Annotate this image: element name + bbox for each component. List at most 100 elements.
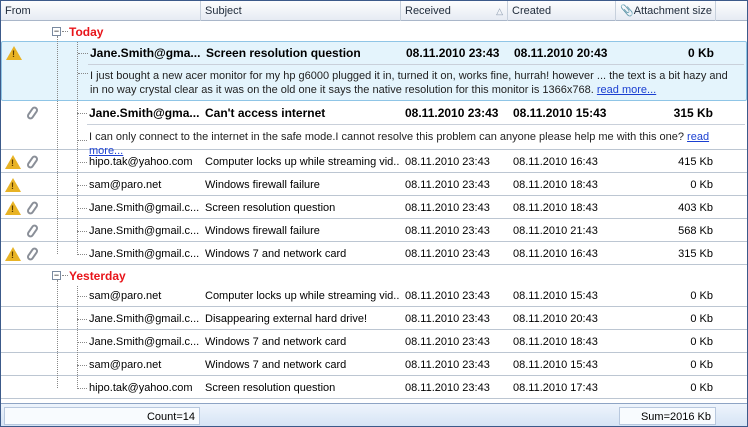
from-cell: Jane.Smith@gmail.c...	[89, 225, 199, 237]
table-row[interactable]: Jane.Smith@gmail.c... Windows 7 and netwo…	[1, 243, 747, 265]
received-cell: 08.11.2010 23:43	[405, 156, 490, 168]
attachment-size-cell: 415 Kb	[678, 156, 713, 168]
tree-line	[57, 36, 58, 254]
column-received[interactable]: Received △	[401, 1, 508, 21]
attachment-size-cell: 0 Kb	[690, 382, 713, 394]
tree-line	[77, 286, 78, 389]
paperclip-icon	[25, 223, 40, 239]
from-cell: sam@paro.net	[89, 179, 162, 191]
table-row[interactable]: hipo.tak@yahoo.com Screen resolution ques…	[1, 377, 747, 399]
group-row-today: − Today	[1, 22, 747, 41]
collapse-icon[interactable]: −	[52, 27, 61, 36]
from-cell: hipo.tak@yahoo.com	[89, 156, 193, 168]
preview-separator	[88, 64, 744, 65]
column-header: From Subject Received △ Created 📎Attachme…	[1, 1, 747, 21]
subject-cell: Windows firewall failure	[205, 179, 320, 191]
created-cell: 08.11.2010 15:43	[513, 359, 598, 371]
attachment-size-cell: 568 Kb	[678, 225, 713, 237]
received-cell: 08.11.2010 23:43	[405, 225, 490, 237]
from-cell: Jane.Smith@gmail.c...	[89, 202, 199, 214]
column-received-label: Received	[405, 5, 451, 17]
table-row[interactable]: hipo.tak@yahoo.com Computer locks up whil…	[1, 151, 747, 173]
attachment-size-cell: 0 Kb	[690, 359, 713, 371]
from-cell: Jane.Smith@gmail.c...	[89, 248, 199, 260]
column-attachment-size[interactable]: 📎Attachment size	[616, 1, 716, 21]
received-cell: 08.11.2010 23:43	[405, 336, 490, 348]
tree-line	[77, 342, 87, 343]
attachment-size-cell: 315 Kb	[678, 248, 713, 260]
received-cell: 08.11.2010 23:43	[405, 359, 490, 371]
group-row-yesterday: − Yesterday	[1, 266, 747, 285]
from-cell: Jane.Smith@gmail.c...	[89, 313, 199, 325]
received-cell: 08.11.2010 23:43	[406, 46, 500, 60]
table-row[interactable]: Jane.Smith@gmail.c... Windows firewall fa…	[1, 220, 747, 242]
attachment-size-cell: 0 Kb	[687, 46, 714, 60]
received-cell: 08.11.2010 23:43	[405, 382, 490, 394]
column-from[interactable]: From	[1, 1, 201, 21]
from-cell: sam@paro.net	[89, 290, 162, 302]
subject-cell: Windows 7 and network card	[205, 248, 347, 260]
created-cell: 08.11.2010 17:43	[513, 382, 598, 394]
warning-icon	[6, 46, 22, 60]
warning-icon	[5, 155, 21, 169]
tree-line	[78, 53, 88, 54]
subject-cell: Screen resolution question	[206, 46, 361, 60]
table-row[interactable]: Jane.Smith@gmail.c... Windows 7 and netwo…	[1, 331, 747, 353]
read-more-link[interactable]: read more...	[597, 84, 656, 96]
tree-line	[77, 254, 87, 255]
table-row[interactable]: sam@paro.net Computer locks up while stre…	[1, 285, 747, 307]
tree-line	[77, 185, 87, 186]
attachment-size-cell: 315 Kb	[673, 106, 713, 120]
subject-cell: Windows firewall failure	[205, 225, 320, 237]
from-cell: Jane.Smith@gmail.c...	[89, 336, 199, 348]
subject-cell: Screen resolution question	[205, 382, 336, 394]
created-cell: 08.11.2010 18:43	[513, 336, 598, 348]
table-row[interactable]: Jane.Smith@gmail.c... Disappearing extern…	[1, 308, 747, 330]
tree-line	[77, 231, 87, 232]
created-cell: 08.11.2010 20:43	[513, 313, 598, 325]
paperclip-icon	[25, 154, 40, 170]
tree-line	[78, 73, 88, 74]
mail-grid: From Subject Received △ Created 📎Attachme…	[0, 0, 748, 427]
subject-cell: Windows 7 and network card	[205, 359, 347, 371]
table-row[interactable]: Jane.Smith@gma... Screen resolution quest…	[1, 41, 747, 101]
table-row[interactable]: Jane.Smith@gma... Can't access internet 08…	[1, 102, 747, 157]
table-row[interactable]: sam@paro.net Windows 7 and network card 08…	[1, 354, 747, 376]
column-created[interactable]: Created	[508, 1, 616, 21]
received-cell: 08.11.2010 23:43	[405, 106, 499, 120]
tree-line	[77, 319, 87, 320]
tree-line	[77, 208, 87, 209]
subject-cell: Computer locks up while streaming vid...	[205, 156, 399, 168]
created-cell: 08.11.2010 18:43	[513, 179, 598, 191]
group-label: Today	[69, 25, 104, 39]
collapse-icon[interactable]: −	[52, 271, 61, 280]
table-row[interactable]: Jane.Smith@gmail.c... Screen resolution q…	[1, 197, 747, 219]
attachment-size-cell: 0 Kb	[690, 179, 713, 191]
sort-ascending-icon: △	[496, 6, 503, 16]
paperclip-icon	[25, 246, 40, 262]
preview-body: I can only connect to the internet in th…	[89, 131, 684, 143]
subject-cell: Disappearing external hard drive!	[205, 313, 368, 325]
created-cell: 08.11.2010 20:43	[514, 46, 608, 60]
created-cell: 08.11.2010 16:43	[513, 248, 598, 260]
tree-line	[77, 365, 87, 366]
received-cell: 08.11.2010 23:43	[405, 179, 490, 191]
tree-line	[77, 140, 87, 141]
received-cell: 08.11.2010 23:43	[405, 313, 490, 325]
paperclip-icon	[25, 200, 40, 216]
column-subject[interactable]: Subject	[201, 1, 401, 21]
tree-line	[62, 275, 68, 276]
received-cell: 08.11.2010 23:43	[405, 290, 490, 302]
attachment-size-cell: 0 Kb	[690, 336, 713, 348]
count-summary: Count=14	[4, 407, 200, 425]
from-cell: Jane.Smith@gma...	[89, 106, 199, 120]
warning-icon	[5, 201, 21, 215]
received-cell: 08.11.2010 23:43	[405, 202, 490, 214]
subject-cell: Computer locks up while streaming vid...	[205, 290, 399, 302]
table-row[interactable]: sam@paro.net Windows firewall failure 08.1…	[1, 174, 747, 196]
attachment-size-cell: 403 Kb	[678, 202, 713, 214]
warning-icon	[5, 178, 21, 192]
created-cell: 08.11.2010 16:43	[513, 156, 598, 168]
from-cell: hipo.tak@yahoo.com	[89, 382, 193, 394]
created-cell: 08.11.2010 15:43	[513, 106, 607, 120]
